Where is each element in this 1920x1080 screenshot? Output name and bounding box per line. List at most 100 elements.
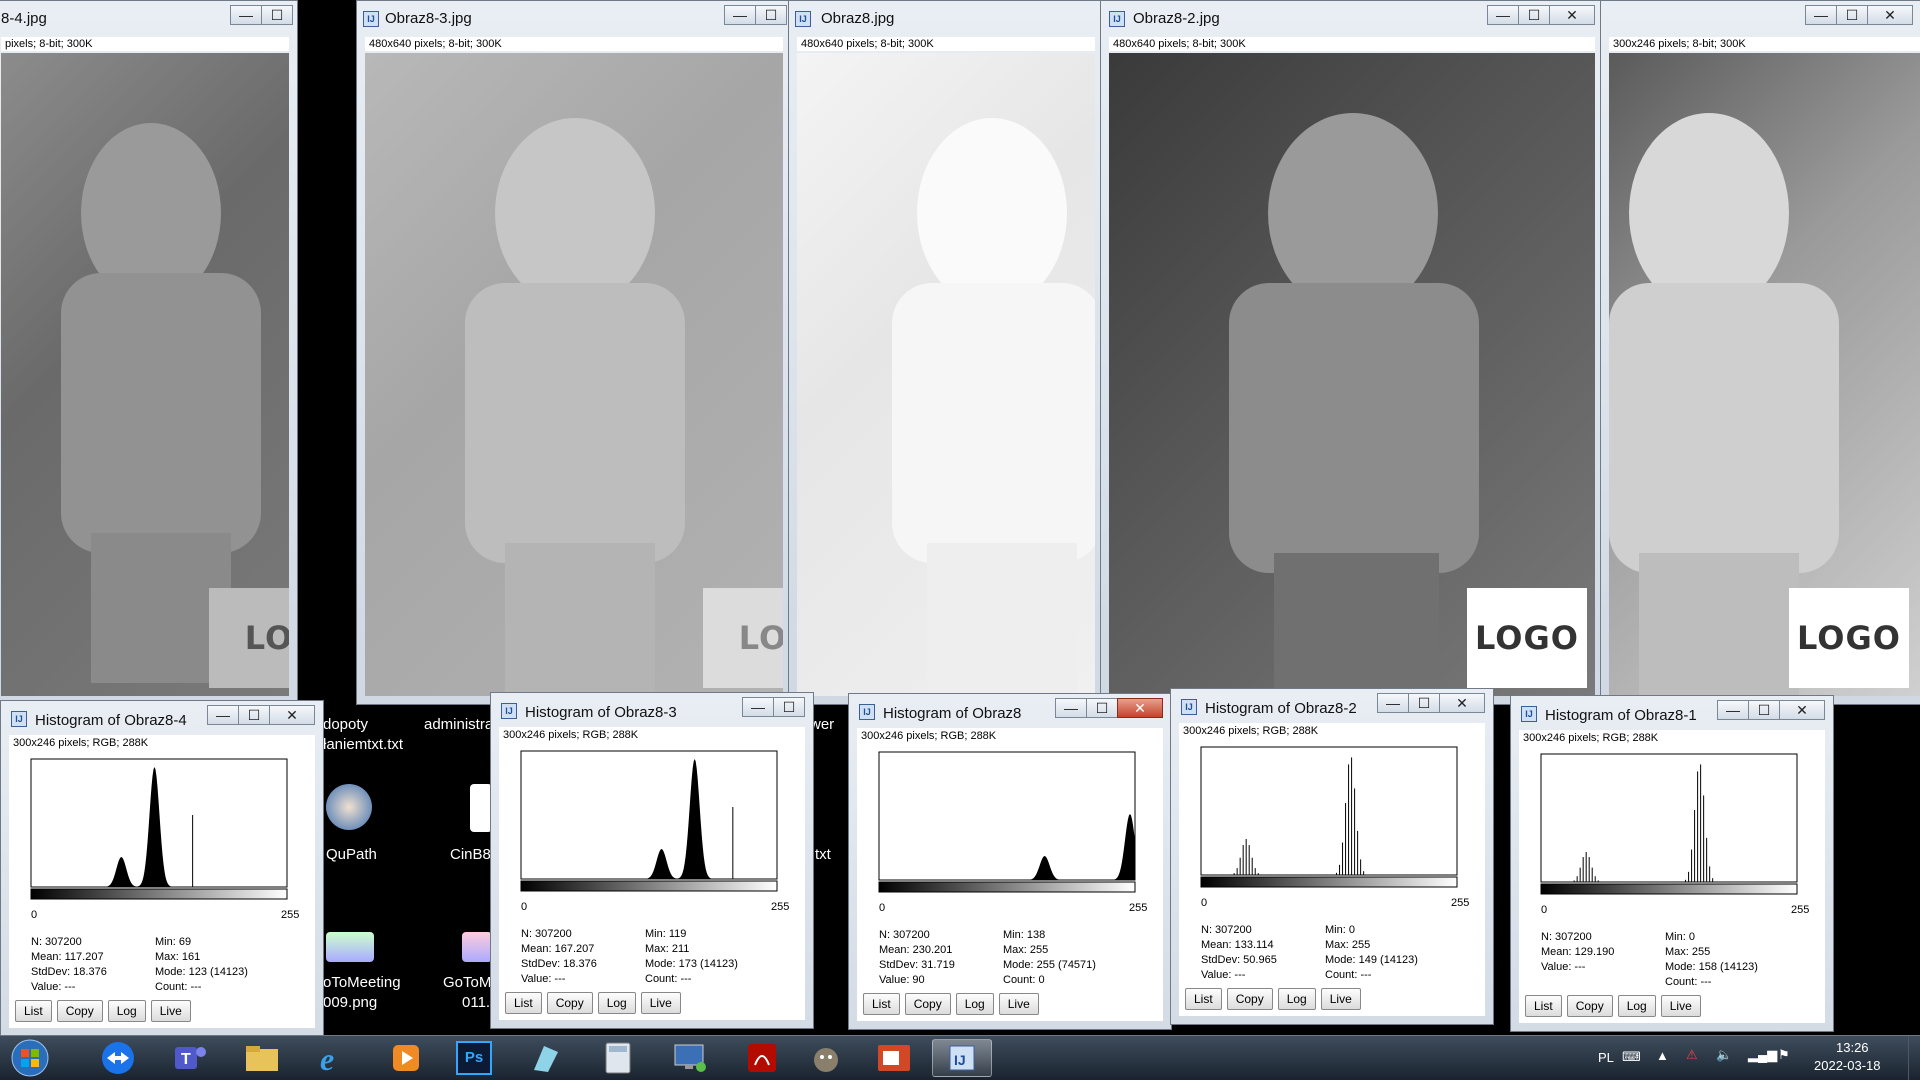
live-button[interactable]: Live <box>998 993 1039 1015</box>
live-button[interactable]: Live <box>1320 988 1361 1010</box>
desktop-label[interactable]: dopoty <box>323 716 368 733</box>
language-indicator[interactable]: PL <box>1598 1050 1614 1065</box>
acrobat-icon[interactable] <box>732 1039 792 1077</box>
histogram-window-obraz8-2[interactable]: IJ Histogram of Obraz8-2 — ☐ ✕ 300x246 p… <box>1170 688 1494 1025</box>
image-window-obraz8-4[interactable]: 8-4.jpg pixels; 8-bit; 300K LO — ☐ <box>0 0 298 705</box>
image-window-obraz8-2[interactable]: IJ Obraz8-2.jpg 480x640 pixels; 8-bit; 3… <box>1100 0 1604 705</box>
signal-icon[interactable]: ▂▄▆ <box>1748 1047 1777 1063</box>
copy-button[interactable]: Copy <box>1566 995 1613 1017</box>
minimize-button[interactable]: — <box>230 5 262 25</box>
maximize-button[interactable]: ☐ <box>261 5 293 25</box>
minimize-button[interactable]: — <box>1377 693 1409 713</box>
list-button[interactable]: List <box>1185 988 1222 1010</box>
close-button[interactable]: ✕ <box>1867 5 1913 25</box>
list-button[interactable]: List <box>505 992 542 1014</box>
close-button[interactable]: ✕ <box>1549 5 1595 25</box>
maximize-button[interactable]: ☐ <box>238 705 270 725</box>
show-hidden-icons-icon[interactable]: ▲ <box>1656 1048 1669 1063</box>
imagej-taskbar-icon[interactable]: IJ <box>932 1039 992 1077</box>
volume-icon[interactable]: 🔈 <box>1716 1047 1732 1063</box>
log-button[interactable]: Log <box>1617 995 1656 1017</box>
action-center-icon[interactable]: ⚑ <box>1778 1047 1790 1063</box>
copy-button[interactable]: Copy <box>1226 988 1273 1010</box>
image-canvas[interactable]: LOGO <box>1609 53 1920 696</box>
image-file-icon[interactable] <box>462 932 492 962</box>
image-window-obraz8-3[interactable]: IJ Obraz8-3.jpg 480x640 pixels; 8-bit; 3… <box>356 0 792 705</box>
maximize-button[interactable]: ☐ <box>1748 700 1780 720</box>
list-button[interactable]: List <box>1525 995 1562 1017</box>
desktop-label[interactable]: txt <box>815 846 831 863</box>
stat-count: Count: --- <box>645 973 692 985</box>
file-icon[interactable] <box>470 784 492 832</box>
log-button[interactable]: Log <box>955 993 994 1015</box>
copy-button[interactable]: Copy <box>56 1000 103 1022</box>
image-file-icon[interactable] <box>326 932 374 962</box>
desktop-label[interactable]: oToMeeting <box>323 974 401 991</box>
maximize-button[interactable]: ☐ <box>1518 5 1550 25</box>
remote-desktop-icon[interactable] <box>660 1039 720 1077</box>
clock-time[interactable]: 13:26 <box>1836 1040 1869 1055</box>
file-explorer-icon[interactable] <box>232 1039 292 1077</box>
close-button[interactable]: ✕ <box>1117 698 1163 718</box>
lut-gradient-bar <box>878 881 1136 893</box>
close-button[interactable]: ✕ <box>269 705 315 725</box>
live-button[interactable]: Live <box>150 1000 191 1022</box>
internet-explorer-icon[interactable]: e <box>304 1039 364 1077</box>
teams-icon[interactable]: T <box>160 1039 220 1077</box>
maximize-button[interactable]: ☐ <box>1086 698 1118 718</box>
keyboard-icon[interactable]: ⌨ <box>1622 1049 1641 1065</box>
histogram-window-obraz8[interactable]: IJ Histogram of Obraz8 — ☐ ✕ 300x246 pix… <box>848 693 1172 1030</box>
live-button[interactable]: Live <box>1660 995 1701 1017</box>
close-button[interactable]: ✕ <box>1779 700 1825 720</box>
minimize-button[interactable]: — <box>1055 698 1087 718</box>
powerpoint-icon[interactable] <box>864 1039 924 1077</box>
start-button[interactable] <box>2 1039 58 1077</box>
desktop-label[interactable]: łaniemtxt.txt <box>323 736 403 753</box>
app-icon[interactable] <box>516 1039 576 1077</box>
qupath-icon[interactable] <box>326 784 372 830</box>
histogram-window-obraz8-1[interactable]: IJ Histogram of Obraz8-1 — ☐ ✕ 300x246 p… <box>1510 695 1834 1032</box>
minimize-button[interactable]: — <box>1805 5 1837 25</box>
image-window-obraz8-1[interactable]: 300x246 pixels; 8-bit; 300K LOGO — ☐ ✕ <box>1600 0 1920 705</box>
gimp-icon[interactable] <box>796 1039 856 1077</box>
media-player-icon[interactable] <box>376 1039 436 1077</box>
image-canvas[interactable]: LO <box>365 53 783 696</box>
stat-mean: Mean: 117.207 <box>31 951 104 963</box>
live-button[interactable]: Live <box>640 992 681 1014</box>
image-canvas[interactable]: LO <box>1 53 289 696</box>
list-button[interactable]: List <box>15 1000 52 1022</box>
minimize-button[interactable]: — <box>742 697 774 717</box>
photoshop-icon[interactable]: Ps <box>444 1039 504 1077</box>
histogram-window-obraz8-3[interactable]: IJ Histogram of Obraz8-3 — ☐ 300x246 pix… <box>490 692 814 1029</box>
image-window-obraz8[interactable]: IJ Obraz8.jpg 480x640 pixels; 8-bit; 300… <box>788 0 1104 705</box>
log-button[interactable]: Log <box>1277 988 1316 1010</box>
show-desktop-button[interactable] <box>1908 1036 1920 1080</box>
close-button[interactable]: ✕ <box>1439 693 1485 713</box>
desktop-label[interactable]: administra <box>424 716 493 733</box>
copy-button[interactable]: Copy <box>546 992 593 1014</box>
clock-date[interactable]: 2022-03-18 <box>1814 1058 1881 1073</box>
log-button[interactable]: Log <box>597 992 636 1014</box>
network-warning-icon[interactable]: ⚠ <box>1686 1047 1698 1063</box>
desktop-label[interactable]: QuPath <box>326 846 377 863</box>
desktop-label[interactable]: 009.png <box>323 994 377 1011</box>
image-canvas[interactable] <box>797 53 1095 696</box>
desktop-label[interactable]: GoToM <box>443 974 491 991</box>
copy-button[interactable]: Copy <box>904 993 951 1015</box>
image-canvas[interactable]: LOGO <box>1109 53 1595 696</box>
desktop-label[interactable]: 011. <box>462 994 490 1011</box>
maximize-button[interactable]: ☐ <box>773 697 805 717</box>
maximize-button[interactable]: ☐ <box>755 5 787 25</box>
minimize-button[interactable]: — <box>1717 700 1749 720</box>
minimize-button[interactable]: — <box>1487 5 1519 25</box>
minimize-button[interactable]: — <box>724 5 756 25</box>
histogram-window-obraz8-4[interactable]: IJ Histogram of Obraz8-4 — ☐ ✕ 300x246 p… <box>0 700 324 1037</box>
calculator-icon[interactable] <box>588 1039 648 1077</box>
teamviewer-icon[interactable] <box>88 1039 148 1077</box>
maximize-button[interactable]: ☐ <box>1408 693 1440 713</box>
desktop-label[interactable]: CinB8 <box>450 846 491 863</box>
log-button[interactable]: Log <box>107 1000 146 1022</box>
minimize-button[interactable]: — <box>207 705 239 725</box>
maximize-button[interactable]: ☐ <box>1836 5 1868 25</box>
list-button[interactable]: List <box>863 993 900 1015</box>
